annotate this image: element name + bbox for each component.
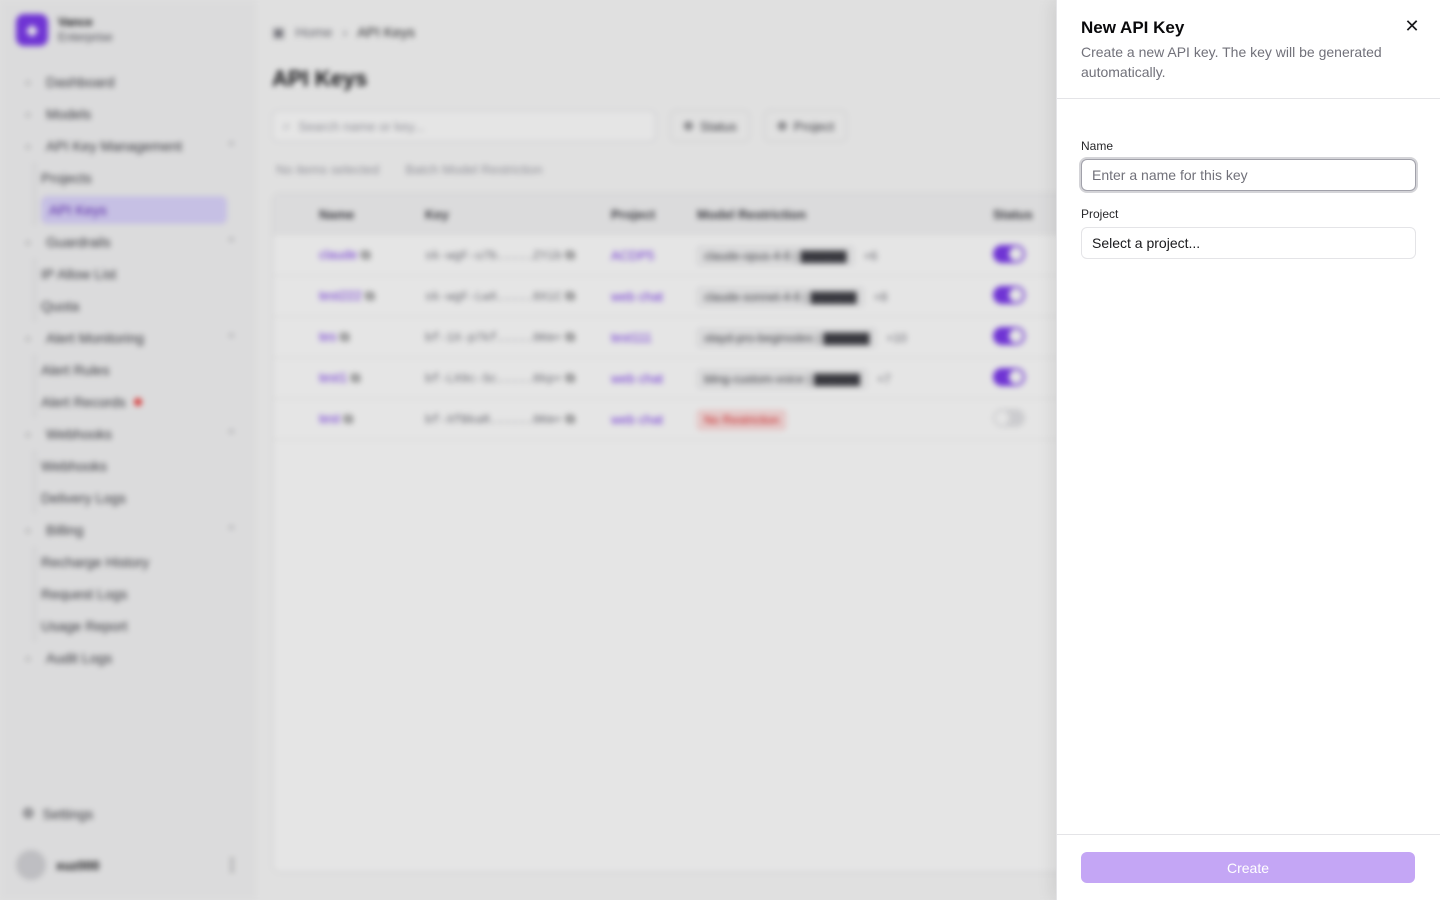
project-select[interactable]: Select a project... <box>1081 227 1416 259</box>
drawer-footer: Create <box>1057 834 1440 900</box>
drawer-description: Create a new API key. The key will be ge… <box>1081 44 1382 80</box>
name-label: Name <box>1081 139 1114 153</box>
close-icon[interactable]: ✕ <box>1402 16 1422 36</box>
name-input[interactable] <box>1081 159 1416 191</box>
project-field: Project Select a project... <box>1081 207 1416 259</box>
create-button[interactable]: Create <box>1081 852 1415 883</box>
drawer-title: New API Key <box>1081 18 1185 37</box>
new-api-key-drawer: New API Key Create a new API key. The ke… <box>1056 0 1440 900</box>
name-field: Name <box>1081 139 1416 191</box>
drawer-body: Name Project Select a project... <box>1057 99 1440 834</box>
project-select-value: Select a project... <box>1092 235 1201 251</box>
drawer-header: New API Key Create a new API key. The ke… <box>1057 0 1440 99</box>
project-label: Project <box>1081 207 1119 221</box>
